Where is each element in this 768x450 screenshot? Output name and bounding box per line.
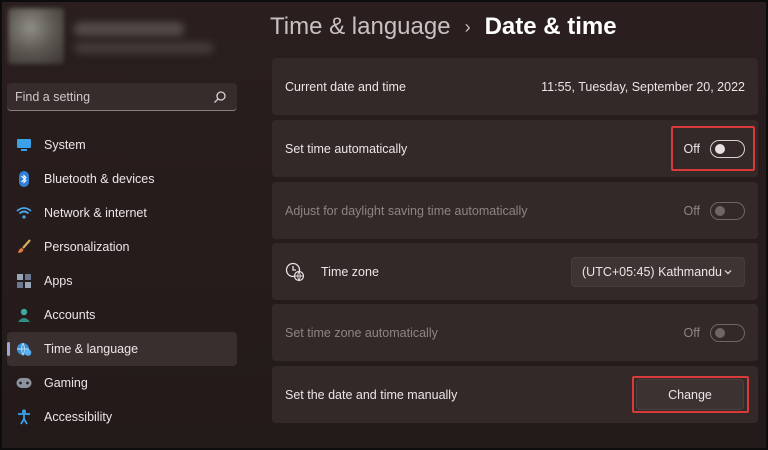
settings-window: System Bluetooth & devices Network & int… [0, 0, 768, 450]
chevron-down-icon [724, 270, 732, 275]
accessibility-icon [16, 409, 32, 425]
daylight-saving-row: Adjust for daylight saving time automati… [272, 182, 758, 239]
sidebar-item-apps[interactable]: Apps [7, 264, 237, 298]
system-icon [16, 137, 32, 153]
auto-timezone-state: Off [683, 325, 700, 340]
highlight-change-button [632, 376, 749, 413]
sidebar-item-system[interactable]: System [7, 128, 237, 162]
gamepad-icon [16, 375, 32, 391]
page-title: Date & time [484, 13, 617, 40]
sidebar-item-personalization[interactable]: Personalization [7, 230, 237, 264]
timezone-label: Time zone [321, 264, 379, 279]
daylight-saving-toggle-wrap: Off [683, 201, 745, 220]
auto-timezone-toggle[interactable] [710, 323, 745, 342]
daylight-saving-toggle[interactable] [710, 201, 745, 220]
sidebar-item-bluetooth[interactable]: Bluetooth & devices [7, 162, 237, 196]
daylight-saving-state: Off [683, 203, 700, 218]
auto-timezone-label: Set time zone automatically [285, 325, 438, 340]
auto-timezone-toggle-wrap: Off [683, 323, 745, 342]
search-box[interactable] [7, 83, 237, 111]
search-icon[interactable] [213, 90, 227, 104]
avatar [8, 8, 64, 64]
timezone-row: Time zone (UTC+05:45) Kathmandu [272, 243, 758, 300]
sidebar-item-label: Time & language [44, 342, 139, 356]
sidebar-item-label: Accessibility [44, 410, 113, 424]
user-name-blurred [74, 22, 184, 36]
manual-datetime-label: Set the date and time manually [285, 387, 458, 402]
timezone-dropdown[interactable]: (UTC+05:45) Kathmandu [571, 257, 745, 287]
brush-icon [16, 239, 32, 255]
breadcrumb-parent[interactable]: Time & language [270, 13, 451, 41]
sidebar-item-network[interactable]: Network & internet [7, 196, 237, 230]
sidebar-item-label: Gaming [44, 376, 88, 390]
auto-time-label: Set time automatically [285, 141, 408, 156]
auto-timezone-row: Set time zone automatically Off [272, 304, 758, 361]
sidebar-item-time-language[interactable]: Time & language [7, 332, 237, 366]
active-indicator [7, 342, 10, 356]
highlight-auto-time-toggle [671, 126, 755, 171]
sidebar-item-accessibility[interactable]: Accessibility [7, 400, 237, 434]
sidebar-item-label: Accounts [44, 308, 96, 322]
wifi-icon [16, 205, 32, 221]
user-profile[interactable] [8, 8, 232, 66]
sidebar-item-label: Network & internet [44, 206, 147, 220]
current-datetime-row: Current date and time 11:55, Tuesday, Se… [272, 58, 758, 115]
bluetooth-icon [16, 171, 32, 187]
timezone-selected-value: (UTC+05:45) Kathmandu [582, 265, 723, 279]
breadcrumb: Time & language › Date & time [270, 10, 617, 44]
apps-icon [16, 273, 32, 289]
sidebar-item-label: Apps [44, 274, 73, 288]
current-datetime-value: 11:55, Tuesday, September 20, 2022 [541, 79, 745, 94]
sidebar-item-label: System [44, 138, 86, 152]
globe-clock-icon [16, 341, 32, 357]
sidebar-nav: System Bluetooth & devices Network & int… [7, 128, 237, 434]
sidebar-item-accounts[interactable]: Accounts [7, 298, 237, 332]
sidebar-item-label: Personalization [44, 240, 130, 254]
user-email-blurred [74, 42, 214, 54]
accounts-icon [16, 307, 32, 323]
sidebar-item-gaming[interactable]: Gaming [7, 366, 237, 400]
sidebar-item-label: Bluetooth & devices [44, 172, 155, 186]
globe-clock-icon [285, 262, 305, 281]
current-datetime-label: Current date and time [285, 79, 406, 94]
breadcrumb-separator: › [464, 16, 471, 37]
daylight-saving-label: Adjust for daylight saving time automati… [285, 203, 528, 218]
search-input[interactable] [15, 89, 205, 105]
